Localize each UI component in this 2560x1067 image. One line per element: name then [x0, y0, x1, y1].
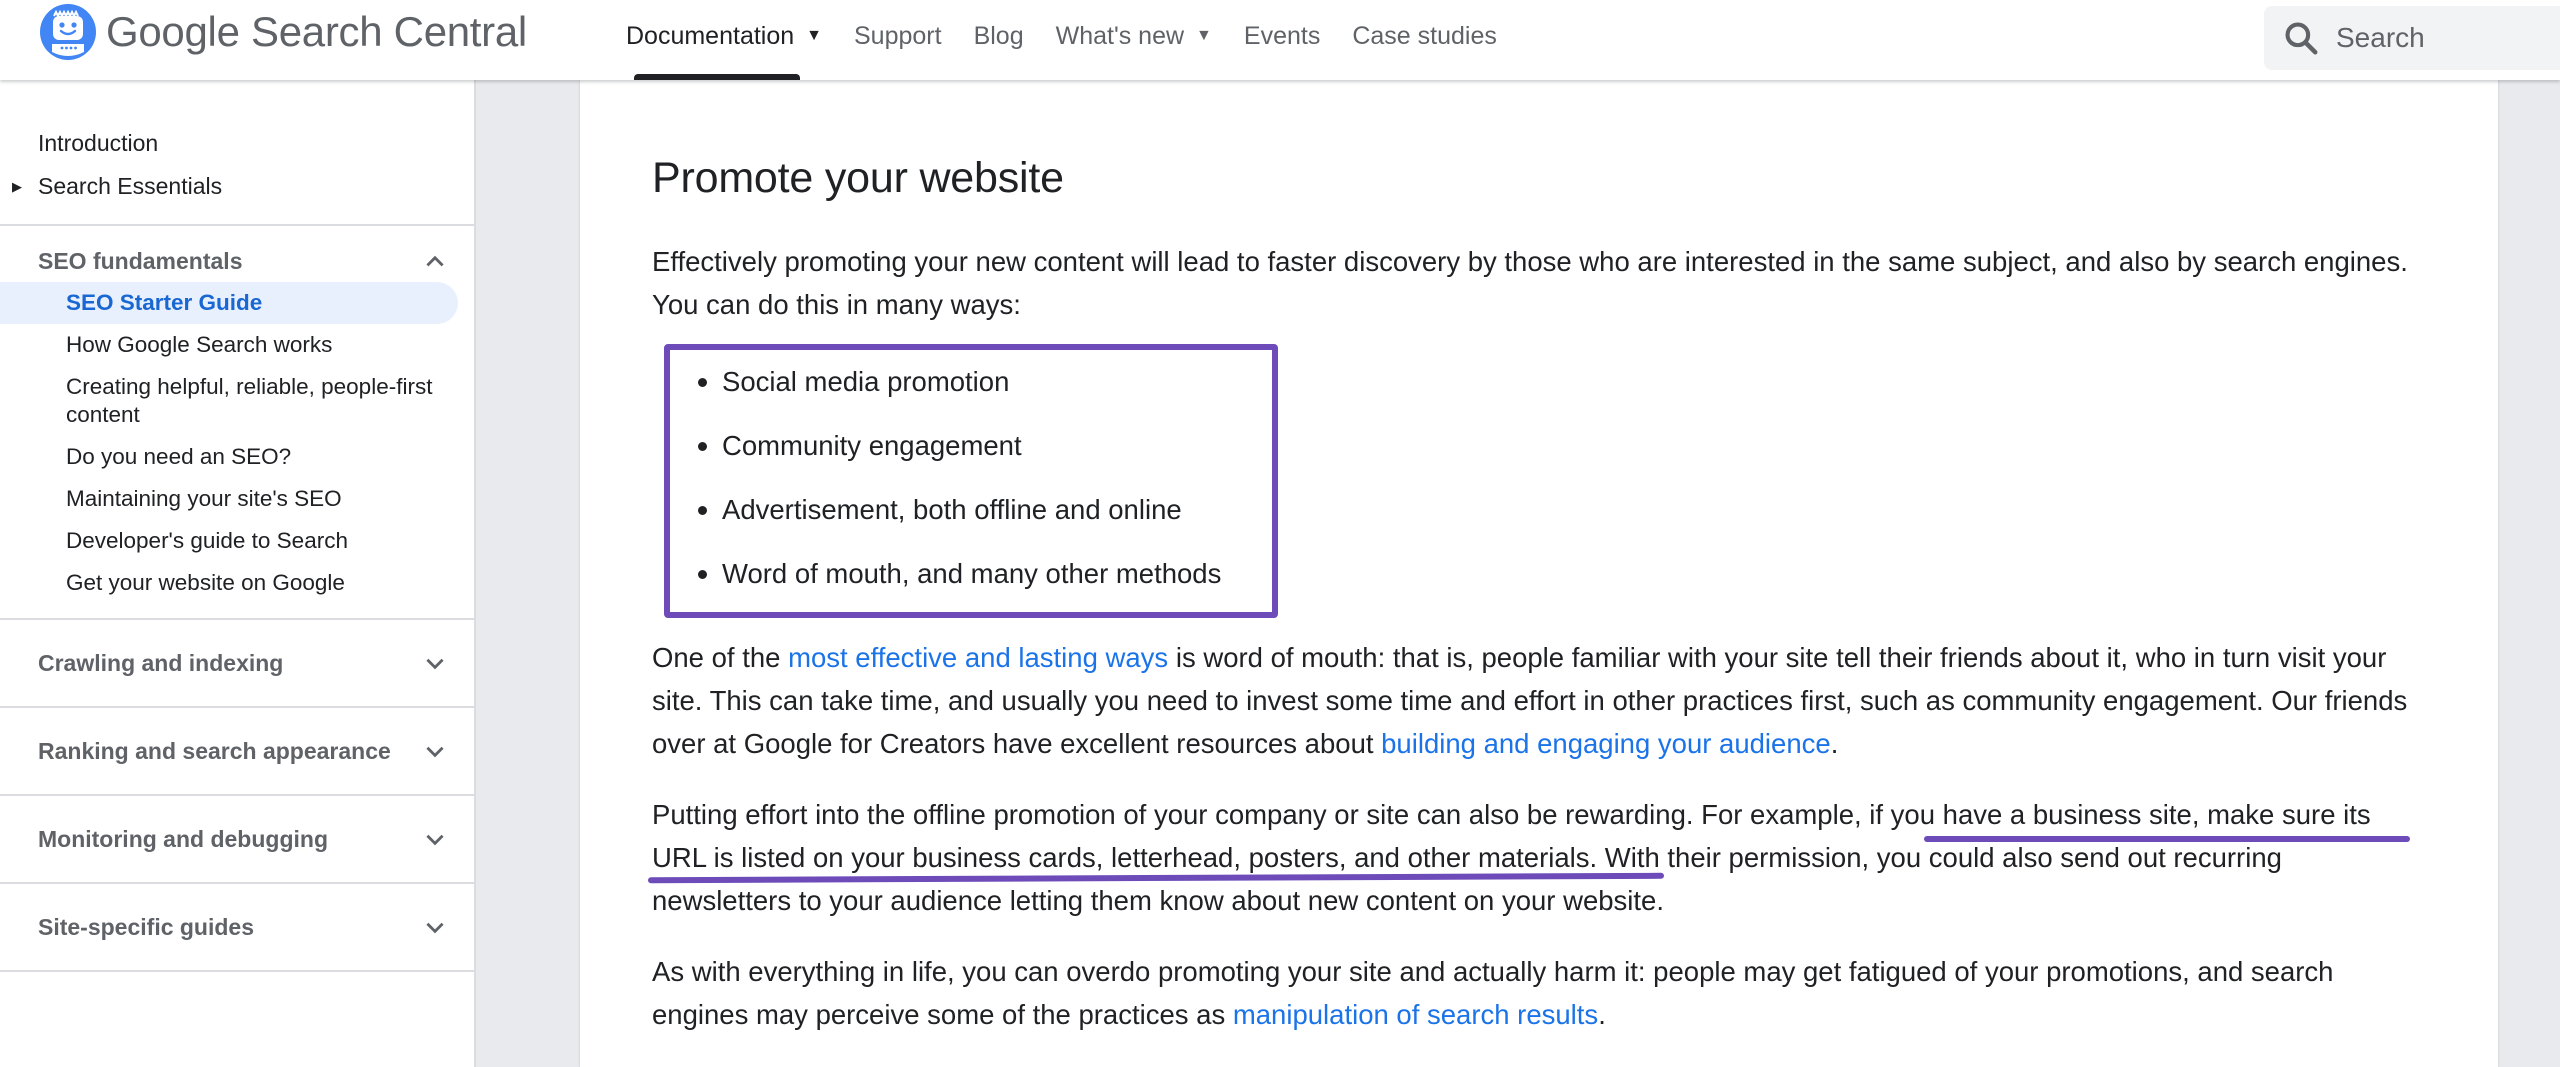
section-title: Site-specific guides: [38, 913, 255, 940]
sidebar-item-creating-helpful-content[interactable]: Creating helpful, reliable, people-first…: [0, 366, 474, 436]
text: Putting effort into the offline promotio…: [652, 799, 1870, 830]
sidebar-item-label: Do you need an SEO?: [66, 444, 292, 469]
sidebar-section-header[interactable]: Monitoring and debugging: [0, 796, 474, 882]
sidebar-sublist: SEO Starter Guide How Google Search work…: [0, 282, 474, 618]
section-title: Crawling and indexing: [38, 649, 284, 676]
sidebar-item-label: Introduction: [38, 130, 159, 156]
list-item: Word of mouth, and many other methods: [670, 542, 1272, 606]
brand-product: Search Central: [251, 8, 527, 55]
section-title: Ranking and search appearance: [38, 737, 391, 764]
sidebar-item-label: Maintaining your site's SEO: [66, 486, 342, 511]
sidebar-section-ranking: Ranking and search appearance: [0, 708, 474, 796]
nav-label: What's new: [1055, 21, 1185, 50]
annotation-underline: [1924, 836, 2410, 842]
offline-promotion-paragraph: Putting effort into the offline promotio…: [652, 793, 2412, 922]
text: One of the: [652, 642, 789, 673]
building-audience-link[interactable]: building and engaging your audience: [1381, 728, 1831, 759]
search-input[interactable]: [2336, 22, 2536, 54]
sidebar-section-header[interactable]: Crawling and indexing: [0, 620, 474, 706]
caret-down-icon: ▼: [1196, 27, 1212, 44]
overdo-paragraph: As with everything in life, you can over…: [652, 950, 2412, 1036]
nav-case-studies[interactable]: Case studies: [1352, 0, 1529, 80]
list-item: Social media promotion: [670, 350, 1272, 414]
sidebar-item-label: Search Essentials: [38, 173, 223, 199]
word-of-mouth-paragraph: One of the most effective and lasting wa…: [652, 636, 2412, 765]
sidebar-item-label: Developer's guide to Search: [66, 528, 348, 553]
chevron-down-icon: [426, 658, 444, 670]
nav-label: Documentation: [626, 21, 795, 50]
chevron-down-icon: [426, 834, 444, 846]
nav-blog[interactable]: Blog: [974, 0, 1056, 80]
text: .: [1598, 999, 1606, 1030]
nav-label: Support: [854, 21, 942, 50]
chevron-down-icon: [426, 922, 444, 934]
sidebar-item-get-website-on-google[interactable]: Get your website on Google: [0, 562, 474, 604]
sidebar-item-label: Get your website on Google: [66, 570, 345, 595]
sidebar-item-maintaining-seo[interactable]: Maintaining your site's SEO: [0, 478, 474, 520]
top-nav: Documentation ▼ Support Blog What's new ▼ …: [626, 0, 1529, 80]
page-title: Promote your website: [652, 154, 1064, 202]
sidebar: Introduction ▶ Search Essentials SEO fund…: [0, 80, 476, 1067]
sidebar-section-header[interactable]: Ranking and search appearance: [0, 708, 474, 794]
list-item: Community engagement: [670, 414, 1272, 478]
list-item: Advertisement, both offline and online: [670, 478, 1272, 542]
sidebar-item-label: Creating helpful, reliable, people-first…: [66, 374, 433, 427]
top-bar: Google Search Central Documentation ▼ Sup…: [0, 0, 2560, 80]
sidebar-item-do-you-need-an-seo[interactable]: Do you need an SEO?: [0, 436, 474, 478]
brand-google: Google: [106, 8, 240, 55]
nav-whats-new[interactable]: What's new ▼: [1056, 0, 1244, 80]
expand-triangle-icon: ▶: [12, 179, 22, 194]
chevron-down-icon: [426, 746, 444, 758]
sidebar-item-search-essentials[interactable]: ▶ Search Essentials: [0, 165, 474, 208]
article-content: Promote your website Effectively promoti…: [652, 152, 2412, 1064]
most-effective-ways-link[interactable]: most effective and lasting ways: [788, 642, 1168, 673]
sidebar-section-site-specific: Site-specific guides: [0, 884, 474, 972]
promotion-methods-list: Social media promotion Community engagem…: [670, 350, 1272, 606]
text: .: [1830, 728, 1839, 759]
nav-documentation[interactable]: Documentation ▼: [626, 0, 854, 80]
sidebar-section-monitoring: Monitoring and debugging: [0, 796, 474, 884]
manipulation-link[interactable]: manipulation of search results: [1233, 999, 1598, 1030]
sidebar-item-developers-guide[interactable]: Developer's guide to Search: [0, 520, 474, 562]
sidebar-item-label: SEO Starter Guide: [66, 290, 263, 315]
nav-label: Events: [1243, 21, 1321, 50]
section-title: SEO fundamentals: [38, 247, 243, 274]
search-icon: [2285, 22, 2318, 55]
nav-label: Case studies: [1352, 21, 1497, 50]
nav-label: Blog: [973, 21, 1024, 50]
sidebar-section-header[interactable]: Site-specific guides: [0, 884, 474, 970]
caret-down-icon: ▼: [806, 27, 822, 44]
search-box[interactable]: [2264, 6, 2560, 70]
site-title: Google Search Central: [106, 8, 527, 56]
article-card: Promote your website Effectively promoti…: [580, 80, 2498, 1067]
sidebar-item-how-google-search-works[interactable]: How Google Search works: [0, 324, 474, 366]
intro-paragraph: Effectively promoting your new content w…: [652, 246, 2408, 320]
nav-events[interactable]: Events: [1244, 0, 1352, 80]
section-title: Monitoring and debugging: [38, 825, 328, 852]
sidebar-section-crawling-indexing: Crawling and indexing: [0, 620, 474, 708]
sidebar-section-header[interactable]: SEO fundamentals: [0, 240, 474, 282]
search-central-robot-icon: [40, 4, 96, 60]
sidebar-item-label: How Google Search works: [66, 332, 333, 357]
sidebar-section-seo-fundamentals: SEO fundamentals SEO Starter Guide How G…: [0, 240, 474, 620]
highlight-box: Social media promotion Community engagem…: [664, 344, 1278, 618]
sidebar-top-links: Introduction ▶ Search Essentials: [0, 80, 474, 226]
chevron-up-icon: [426, 255, 444, 267]
nav-support[interactable]: Support: [854, 0, 974, 80]
site-logo[interactable]: Google Search Central: [38, 4, 527, 60]
sidebar-item-seo-starter-guide[interactable]: SEO Starter Guide: [0, 282, 458, 324]
sidebar-item-introduction[interactable]: Introduction: [0, 122, 474, 165]
